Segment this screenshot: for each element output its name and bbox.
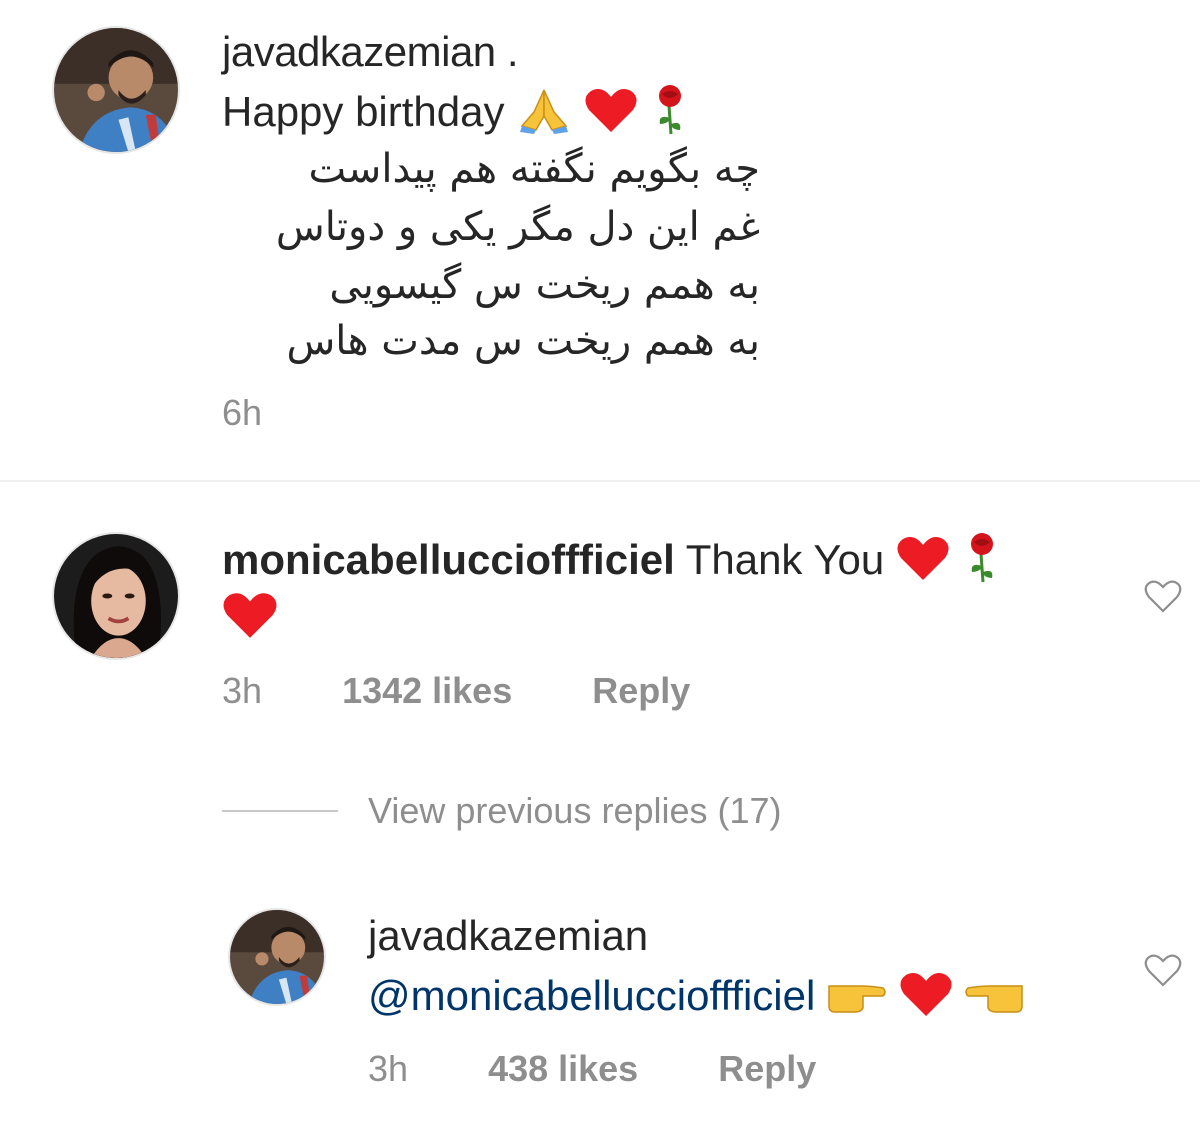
comment-meta: 6h xyxy=(222,392,332,434)
like-heart-icon[interactable] xyxy=(1143,576,1183,616)
reply-likes-link[interactable]: 438 likes xyxy=(488,1048,638,1089)
reply-javadkazemian: javadkazemian @monicabelluccioffficiel 3… xyxy=(0,890,1200,1110)
reply-text-line: @monicabelluccioffficiel xyxy=(368,970,1024,1028)
comment-likes-link[interactable]: 1342 likes xyxy=(342,670,512,711)
comment-monicabelluccioffficiel: monicabelluccioffficiel Thank You 3h 134… xyxy=(0,490,1200,730)
comment-text: Happy birthday xyxy=(222,88,505,136)
replies-divider-line xyxy=(222,810,338,812)
persian-line-3: به همم ریخت س گیسویی xyxy=(329,262,760,308)
comment-username[interactable]: javadkazemian . xyxy=(222,28,519,76)
avatar[interactable] xyxy=(52,532,180,660)
avatar-photo xyxy=(54,534,178,658)
comment-username[interactable]: monicabelluccioffficiel xyxy=(222,536,675,583)
persian-line-4: به همم ریخت س مدت هاس xyxy=(286,318,760,364)
comment-meta: 3h 1342 likes Reply xyxy=(222,670,760,712)
comment-javadkazemian: javadkazemian . Happy birthday چه بگویم … xyxy=(0,0,1200,470)
red-heart-icon xyxy=(584,86,638,144)
comment-text-line: monicabelluccioffficiel Thank You xyxy=(222,532,1002,594)
avatar[interactable] xyxy=(228,908,326,1006)
persian-line-1: چه بگویم نگفته هم پیداست xyxy=(308,146,760,192)
comment-text-line: Happy birthday xyxy=(222,84,690,146)
reply-button[interactable]: Reply xyxy=(718,1048,816,1089)
reply-meta: 3h 438 likes Reply xyxy=(368,1048,886,1090)
comment-time: 6h xyxy=(222,392,263,433)
persian-line-2: غم این دل مگر یکی و دوتاس xyxy=(275,204,760,250)
like-heart-icon[interactable] xyxy=(1143,950,1183,990)
pointing-left-icon xyxy=(964,974,1024,1024)
reply-time: 3h xyxy=(368,1048,409,1089)
reply-username[interactable]: javadkazemian xyxy=(368,912,648,960)
rose-icon xyxy=(650,84,690,146)
red-heart-icon xyxy=(222,590,278,645)
rose-icon xyxy=(962,532,1002,594)
comment-text: Thank You xyxy=(685,536,885,584)
red-heart-icon xyxy=(896,534,950,592)
comment-divider xyxy=(0,480,1200,482)
reply-button[interactable]: Reply xyxy=(592,670,690,711)
pointing-right-icon xyxy=(827,974,887,1024)
view-previous-replies-button[interactable]: View previous replies (17) xyxy=(368,790,782,832)
folded-hands-icon xyxy=(516,86,572,144)
avatar-photo xyxy=(230,910,324,1004)
red-heart-icon xyxy=(899,970,953,1028)
comment-time: 3h xyxy=(222,670,263,711)
avatar-photo xyxy=(54,28,178,152)
mention-link[interactable]: @monicabelluccioffficiel xyxy=(368,972,815,1019)
avatar[interactable] xyxy=(52,26,180,154)
